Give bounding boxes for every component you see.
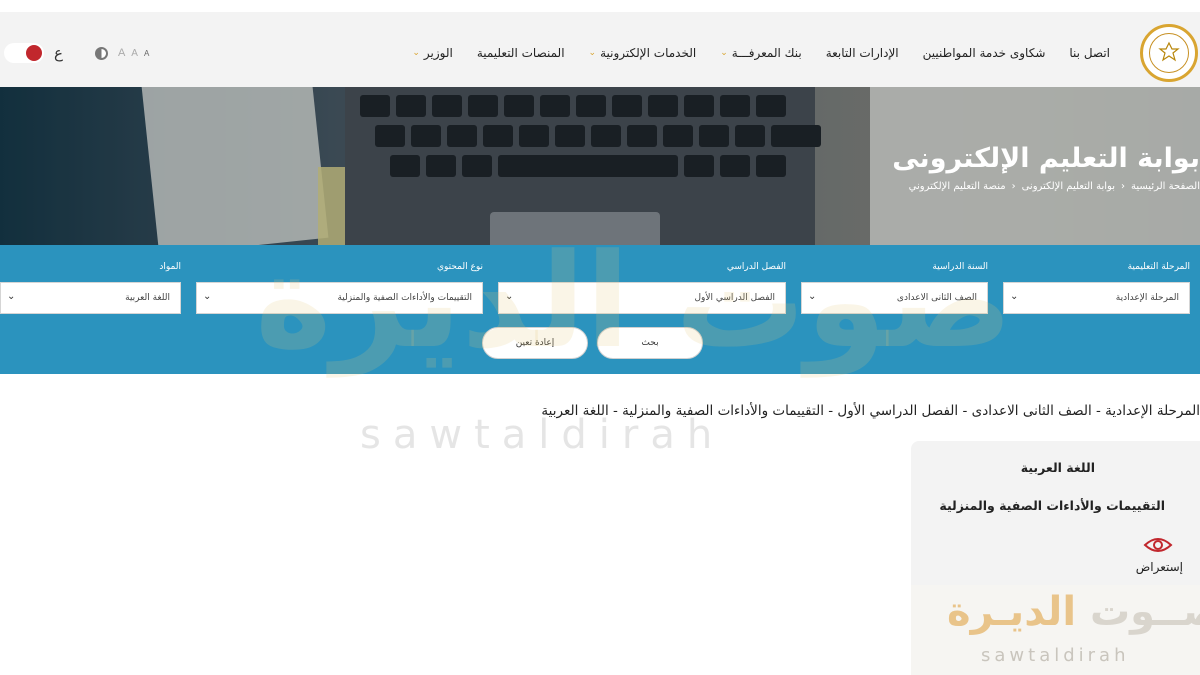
hero-banner: بوابة التعليم الإلكترونى الصفحة الرئيسية… <box>0 87 1200 245</box>
nav-knowledge-bank[interactable]: بنك المعرفـــة ⌄ <box>708 46 814 60</box>
semester-select[interactable]: الفصل الدراسي الأول ⌄ <box>498 282 786 314</box>
filter-label: السنة الدراسية <box>932 262 988 272</box>
card-content-type: التقييمات والأداءات الصفية والمنزلية <box>939 498 1165 513</box>
watermark-word: صــوت <box>1089 589 1200 635</box>
search-button[interactable]: بحث <box>597 327 703 359</box>
eagle-emblem-icon <box>1158 41 1180 62</box>
select-value: الفصل الدراسي الأول <box>694 293 775 303</box>
watermark-badge-arabic: صــوت الديـرة <box>947 589 1200 635</box>
breadcrumb-portal[interactable]: بوابة التعليم الإلكترونى <box>1022 181 1115 192</box>
nav-label: بنك المعرفـــة <box>731 46 802 60</box>
font-size-small[interactable]: A <box>144 49 149 58</box>
ministry-seal-icon[interactable] <box>1140 24 1198 82</box>
language-switch[interactable]: ع <box>54 44 63 62</box>
chevron-down-icon: ⌄ <box>1010 291 1019 302</box>
select-value: اللغة العربية <box>125 293 170 303</box>
content-type-select[interactable]: التقييمات والأداءات الصفية والمنزلية ⌄ <box>196 282 483 314</box>
main-nav: الوزير ⌄ المنصات التعليمية الخدمات الإلك… <box>400 46 1122 60</box>
chevron-down-icon: ⌄ <box>588 48 597 58</box>
breadcrumb-current: منصة التعليم الإلكتروني <box>908 181 1006 192</box>
filter-panel: المرحلة التعليمية المرحلة الإعدادية ⌄ ال… <box>0 245 1200 374</box>
chevron-down-icon: ⌄ <box>203 291 212 302</box>
font-size-large[interactable]: A <box>118 47 125 59</box>
nav-label: المنصات التعليمية <box>476 46 565 60</box>
nav-label: الإدارات التابعة <box>825 46 899 60</box>
chevron-down-icon: ⌄ <box>505 291 514 302</box>
nav-label: شكاوى خدمة المواطنيين <box>922 46 1046 60</box>
eye-icon[interactable] <box>1143 535 1173 555</box>
nav-citizen-complaints[interactable]: شكاوى خدمة المواطنيين <box>911 46 1058 60</box>
nav-label: الوزير <box>423 46 453 60</box>
top-navigation-bar: الوزير ⌄ المنصات التعليمية الخدمات الإلك… <box>0 0 1200 87</box>
select-value: التقييمات والأداءات الصفية والمنزلية <box>337 293 472 303</box>
nav-contact-us[interactable]: اتصل بنا <box>1057 46 1122 60</box>
reset-button[interactable]: إعادة تعين <box>482 327 588 359</box>
nav-label: اتصل بنا <box>1069 46 1110 60</box>
nav-minister[interactable]: الوزير ⌄ <box>400 46 465 60</box>
select-value: الصف الثانى الاعدادى <box>896 293 977 303</box>
chevron-down-icon: ⌄ <box>808 291 817 302</box>
result-summary: المرحلة الإعدادية - الصف الثانى الاعدادى… <box>541 403 1200 419</box>
theme-toggle[interactable] <box>4 43 44 63</box>
breadcrumb-home[interactable]: الصفحة الرئيسية <box>1131 181 1200 192</box>
chevron-down-icon: ⌄ <box>412 48 420 58</box>
stage-select[interactable]: المرحلة الإعدادية ⌄ <box>1003 282 1190 314</box>
nav-departments[interactable]: الإدارات التابعة <box>814 46 911 60</box>
filter-label: المواد <box>159 262 181 272</box>
font-size-medium[interactable]: A <box>131 48 138 59</box>
filter-label: المرحلة التعليمية <box>1127 262 1190 272</box>
subject-select[interactable]: اللغة العربية ⌄ <box>0 282 181 314</box>
watermark-badge-latin: sawtaldirah <box>981 645 1130 666</box>
nav-label: الخدمات الإلكترونية <box>600 46 697 60</box>
ministry-seal-inner <box>1149 33 1189 73</box>
contrast-icon[interactable] <box>94 46 108 60</box>
filter-label: الفصل الدراسي <box>726 262 786 272</box>
watermark-word: الديـرة <box>947 589 1077 635</box>
watermark-badge: صــوت الديـرة sawtaldirah <box>911 585 1200 675</box>
view-link[interactable]: إستعراض <box>1136 560 1183 574</box>
year-select[interactable]: الصف الثانى الاعدادى ⌄ <box>801 282 988 314</box>
nav-e-services[interactable]: الخدمات الإلكترونية ⌄ <box>577 46 709 60</box>
breadcrumb: الصفحة الرئيسية ‹ بوابة التعليم الإلكترو… <box>909 181 1200 192</box>
filter-label: نوع المحتوي <box>436 262 483 272</box>
card-subject: اللغة العربية <box>1020 460 1095 475</box>
accessibility-tools: ع A A A <box>0 40 149 66</box>
nav-education-platforms[interactable]: المنصات التعليمية <box>465 46 577 60</box>
page-title: بوابة التعليم الإلكترونى <box>892 143 1200 174</box>
toggle-knob <box>26 45 42 61</box>
chevron-down-icon: ⌄ <box>7 291 16 302</box>
chevron-left-icon: ‹ <box>1011 181 1016 192</box>
chevron-left-icon: ‹ <box>1121 181 1125 192</box>
chevron-down-icon: ⌄ <box>720 48 728 58</box>
select-value: المرحلة الإعدادية <box>1115 293 1179 303</box>
